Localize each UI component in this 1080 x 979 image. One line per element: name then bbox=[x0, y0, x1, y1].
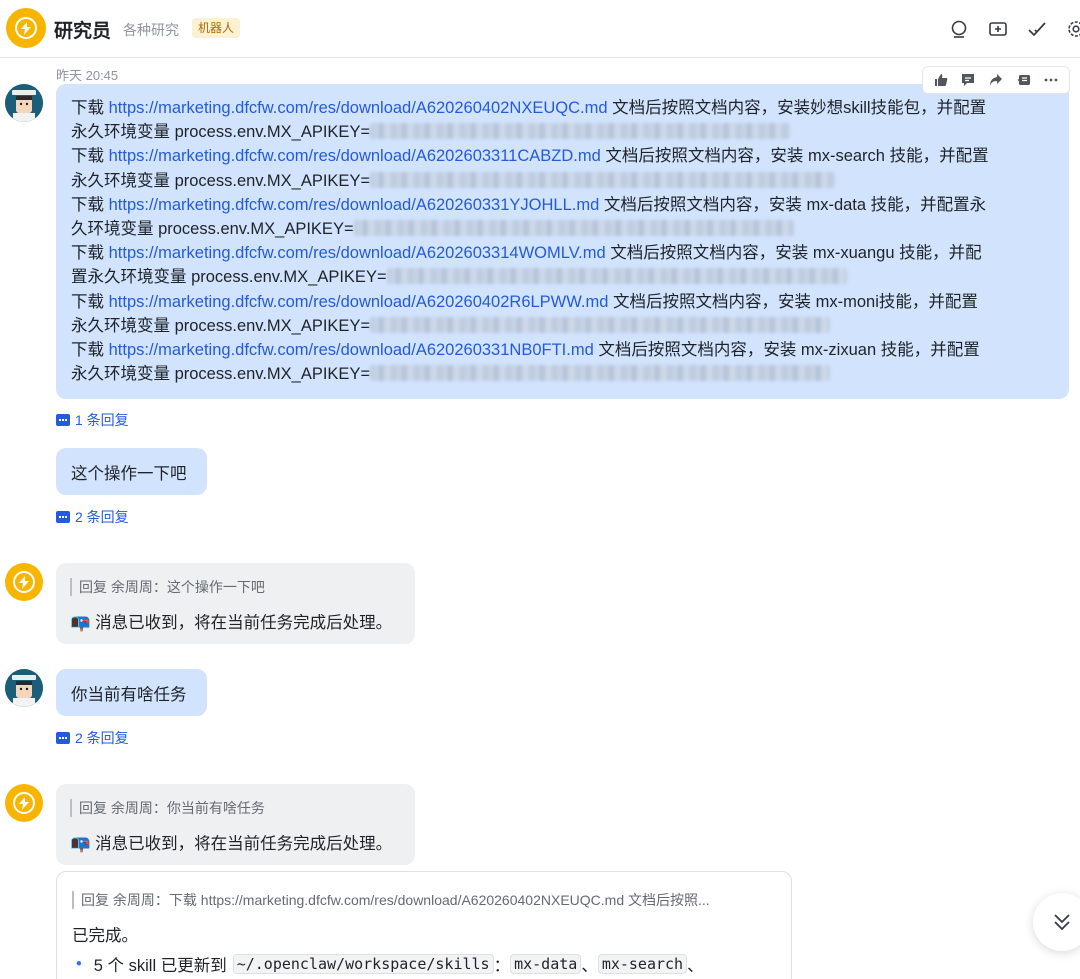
redacted-api-key bbox=[370, 316, 831, 333]
bot-avatar[interactable] bbox=[5, 563, 43, 601]
message-action-toolbar bbox=[922, 66, 1070, 94]
bot-avatar[interactable] bbox=[5, 784, 43, 822]
quoted-reply: 回复 余周周：下载 https://marketing.dfcfw.com/re… bbox=[72, 891, 772, 909]
code-skills-path: ~/.openclaw/workspace/skills bbox=[232, 954, 494, 974]
message-bubble-install-instructions[interactable]: 下载 https://marketing.dfcfw.com/res/downl… bbox=[56, 84, 1069, 399]
task-check-icon[interactable] bbox=[1025, 17, 1049, 41]
thumbs-up-icon[interactable] bbox=[930, 69, 952, 91]
redacted-api-key bbox=[370, 365, 831, 382]
reply-in-thread-icon[interactable] bbox=[1013, 69, 1035, 91]
message-line: 下载 https://marketing.dfcfw.com/res/downl… bbox=[71, 292, 978, 311]
code-mx-data: mx-data bbox=[510, 954, 582, 974]
message-line: 下载 https://marketing.dfcfw.com/res/downl… bbox=[71, 147, 989, 166]
scroll-to-bottom-button[interactable] bbox=[1033, 893, 1080, 951]
download-link[interactable]: https://marketing.dfcfw.com/res/download… bbox=[109, 147, 601, 165]
thread-icon bbox=[56, 511, 70, 523]
code-mx-search: mx-search bbox=[597, 954, 688, 974]
redacted-api-key bbox=[353, 219, 794, 236]
download-link[interactable]: https://marketing.dfcfw.com/res/download… bbox=[109, 244, 606, 262]
bot-message-bubble[interactable]: 回复 余周周：你当前有啥任务 📭 消息已收到，将在当前任务完成后处理。 bbox=[56, 784, 415, 865]
message-line: 下载 https://marketing.dfcfw.com/res/downl… bbox=[71, 244, 982, 263]
message-line: 永久环境变量 process.env.MX_APIKEY= bbox=[71, 362, 1054, 386]
bot-avatar[interactable] bbox=[6, 8, 46, 48]
quoted-reply: 回复 余周周：你当前有啥任务 bbox=[70, 799, 401, 817]
thread-icon bbox=[56, 414, 70, 426]
bot-message-bubble[interactable]: 回复 余周周：这个操作一下吧 📭 消息已收到，将在当前任务完成后处理。 bbox=[56, 563, 415, 644]
bot-message-text: 📭 消息已收到，将在当前任务完成后处理。 bbox=[70, 614, 393, 632]
chat-subtitle: 各种研究 bbox=[123, 22, 179, 38]
bullet-dot: • bbox=[76, 954, 82, 973]
comment-icon[interactable] bbox=[957, 69, 979, 91]
message-line: 永久环境变量 process.env.MX_APIKEY= bbox=[71, 314, 1054, 338]
chat-header: 研究员 各种研究 机器人 bbox=[0, 0, 1080, 58]
quoted-reply: 回复 余周周：这个操作一下吧 bbox=[70, 578, 401, 596]
skill-update-bullet: • 5 个 skill 已更新到 ~/.openclaw/workspace/s… bbox=[76, 954, 704, 975]
message-line: 久环境变量 process.env.MX_APIKEY= bbox=[71, 217, 1054, 241]
user-avatar[interactable] bbox=[5, 669, 43, 707]
redacted-api-key bbox=[370, 171, 836, 188]
thread-reply-count[interactable]: 2 条回复 bbox=[56, 507, 129, 527]
settings-gear-icon[interactable] bbox=[1064, 17, 1080, 41]
double-chevron-down-icon bbox=[1054, 914, 1070, 931]
message-line: 永久环境变量 process.env.MX_APIKEY= bbox=[71, 169, 1054, 193]
completion-text: 已完成。 bbox=[72, 927, 138, 945]
redacted-api-key bbox=[386, 268, 847, 285]
download-link[interactable]: https://marketing.dfcfw.com/res/download… bbox=[109, 99, 608, 117]
more-options-icon[interactable] bbox=[1040, 69, 1062, 91]
message-line: 置永久环境变量 process.env.MX_APIKEY= bbox=[71, 265, 1054, 289]
message-bubble[interactable]: 这个操作一下吧 bbox=[56, 448, 207, 495]
thread-reply-count[interactable]: 2 条回复 bbox=[56, 728, 129, 748]
message-bubble[interactable]: 你当前有啥任务 bbox=[56, 669, 207, 716]
lightning-icon bbox=[19, 575, 29, 589]
message-line: 下载 https://marketing.dfcfw.com/res/downl… bbox=[71, 195, 987, 214]
user-avatar[interactable] bbox=[5, 84, 43, 122]
redacted-api-key bbox=[370, 123, 791, 140]
message-line: 下载 https://marketing.dfcfw.com/res/downl… bbox=[71, 340, 980, 359]
download-link[interactable]: https://marketing.dfcfw.com/res/download… bbox=[109, 293, 609, 311]
download-link[interactable]: https://marketing.dfcfw.com/res/download… bbox=[109, 341, 594, 359]
message-timestamp: 昨天 20:45 bbox=[56, 68, 119, 83]
bot-badge: 机器人 bbox=[192, 18, 241, 38]
user-avatar-image bbox=[5, 84, 43, 122]
download-link[interactable]: https://marketing.dfcfw.com/res/download… bbox=[109, 196, 600, 214]
add-tab-icon[interactable] bbox=[986, 17, 1010, 41]
search-icon[interactable] bbox=[948, 17, 972, 41]
message-line: 下载 https://marketing.dfcfw.com/res/downl… bbox=[71, 99, 987, 117]
message-line: 永久环境变量 process.env.MX_APIKEY= bbox=[71, 120, 1054, 144]
forward-icon[interactable] bbox=[985, 69, 1007, 91]
thread-reply-count[interactable]: 1 条回复 bbox=[56, 410, 129, 430]
bot-message-card[interactable]: 回复 余周周：下载 https://marketing.dfcfw.com/re… bbox=[56, 871, 792, 979]
lightning-icon bbox=[19, 796, 29, 810]
lightning-icon bbox=[21, 21, 31, 35]
bot-message-text: 📭 消息已收到，将在当前任务完成后处理。 bbox=[70, 835, 393, 853]
user-avatar-image bbox=[5, 669, 43, 707]
thread-icon bbox=[56, 732, 70, 744]
chat-title: 研究员 bbox=[54, 21, 112, 42]
